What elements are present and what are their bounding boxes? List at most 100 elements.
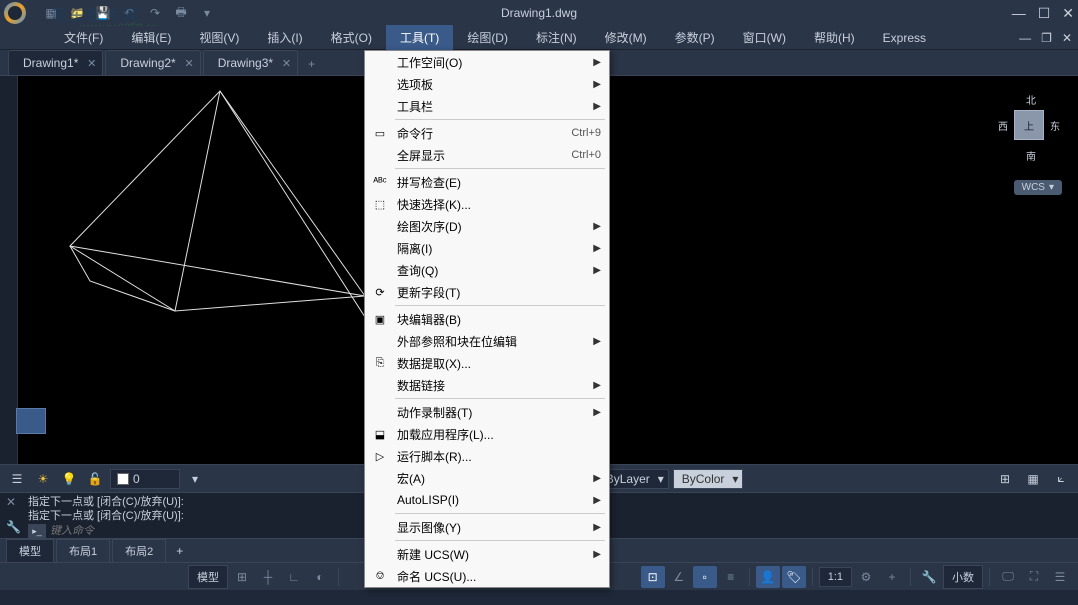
qat-redo-icon[interactable]: ↷ (146, 4, 164, 22)
tab-close-icon[interactable]: ✕ (282, 57, 291, 70)
sb-dyn-icon[interactable]: ▫ (693, 566, 717, 588)
sb-polar-icon[interactable]: ◐ (308, 566, 332, 588)
menu-item[interactable]: 隔离(I)▶ (365, 237, 609, 259)
sb-expand-icon[interactable]: ⛶ (1022, 566, 1046, 588)
menu-help[interactable]: 帮助(H) (800, 25, 869, 50)
viewcube[interactable]: 北 西 东 南 上 (998, 88, 1060, 178)
qat-undo-icon[interactable]: ↶ (120, 4, 138, 22)
layout-tab-2[interactable]: 布局2 (112, 539, 166, 563)
mdi-restore-icon[interactable]: ❐ (1041, 31, 1052, 45)
tool-palette-icon[interactable] (16, 408, 46, 434)
doc-tab-3[interactable]: Drawing3*✕ (203, 50, 298, 75)
sb-gear-icon[interactable]: ⚙ (854, 566, 878, 588)
sb-osnap-icon[interactable]: ⊡ (641, 566, 665, 588)
menu-item[interactable]: 数据链接▶ (365, 374, 609, 396)
sb-ortho-icon[interactable]: ∟ (282, 566, 306, 588)
doc-tab-2[interactable]: Drawing2*✕ (105, 50, 200, 75)
lock-icon[interactable]: 🔓 (84, 468, 106, 490)
sb-scale-label[interactable]: 1:1 (819, 567, 852, 587)
menu-window[interactable]: 窗口(W) (729, 25, 800, 50)
viewcube-west[interactable]: 西 (998, 118, 1008, 133)
sb-tag-icon[interactable]: 🏷 (782, 566, 806, 588)
doc-tab-1[interactable]: Drawing1*✕ (8, 50, 103, 75)
bulb-icon[interactable]: 💡 (58, 468, 80, 490)
menu-express[interactable]: Express (869, 27, 940, 49)
menu-item[interactable]: 外部参照和块在位编辑▶ (365, 330, 609, 352)
menu-item[interactable]: 选项板▶ (365, 73, 609, 95)
menu-view[interactable]: 视图(V) (185, 25, 253, 50)
add-tab-button[interactable]: + (300, 53, 323, 75)
qat-save-icon[interactable]: 💾 (94, 4, 112, 22)
minimize-button[interactable]: — (1012, 5, 1026, 22)
menu-item[interactable]: 工具栏▶ (365, 95, 609, 117)
app-logo[interactable] (4, 2, 26, 24)
layer-manager-icon[interactable]: ☰ (6, 468, 28, 490)
sb-plus-icon[interactable]: + (880, 566, 904, 588)
menu-item[interactable]: ⬓加载应用程序(L)... (365, 423, 609, 445)
viewcube-east[interactable]: 东 (1050, 118, 1060, 133)
menu-item[interactable]: 宏(A)▶ (365, 467, 609, 489)
menu-modify[interactable]: 修改(M) (591, 25, 661, 50)
menu-item[interactable]: 查询(Q)▶ (365, 259, 609, 281)
qat-open-icon[interactable]: 📁 (68, 4, 86, 22)
layer-states-icon[interactable]: ▾ (184, 468, 206, 490)
cmd-settings-icon[interactable]: 🔧 (6, 520, 21, 534)
menu-item[interactable]: 新建 UCS(W)▶ (365, 543, 609, 565)
menu-item[interactable]: ⎊命名 UCS(U)... (365, 565, 609, 587)
menu-item[interactable]: ⬚快速选择(K)... (365, 193, 609, 215)
menu-item[interactable]: AutoLISP(I)▶ (365, 489, 609, 511)
tab-close-icon[interactable]: ✕ (87, 57, 96, 70)
tab-close-icon[interactable]: ✕ (185, 57, 194, 70)
menu-format[interactable]: 格式(O) (317, 25, 386, 50)
layout-tab-1[interactable]: 布局1 (56, 539, 110, 563)
sb-precision-label[interactable]: 小数 (943, 565, 983, 589)
menu-item[interactable]: 显示图像(Y)▶ (365, 516, 609, 538)
sb-lineweight-icon[interactable]: ≡ (719, 566, 743, 588)
qat-dropdown-icon[interactable]: ▾ (198, 4, 216, 22)
add-layout-button[interactable]: + (168, 541, 191, 561)
menu-item[interactable]: 全屏显示Ctrl+0 (365, 144, 609, 166)
viewcube-north[interactable]: 北 (1026, 92, 1036, 107)
menu-item[interactable]: ▣块编辑器(B) (365, 308, 609, 330)
viewcube-south[interactable]: 南 (1026, 148, 1036, 163)
sun-icon[interactable]: ☀ (32, 468, 54, 490)
sb-tool-icon[interactable]: 🔧 (917, 566, 941, 588)
grid-icon[interactable]: ⊞ (994, 468, 1016, 490)
sb-snap-icon[interactable]: ┼ (256, 566, 280, 588)
menu-item[interactable]: ▭命令行Ctrl+9 (365, 122, 609, 144)
menu-item[interactable]: 绘图次序(D)▶ (365, 215, 609, 237)
menu-item[interactable]: 动作录制器(T)▶ (365, 401, 609, 423)
menu-item[interactable]: ᴬᴮᶜ拼写检查(E) (365, 171, 609, 193)
sb-grid-icon[interactable]: ⊞ (230, 566, 254, 588)
sb-menu-icon[interactable]: ☰ (1048, 566, 1072, 588)
wcs-badge[interactable]: WCS▾ (1014, 180, 1062, 195)
snap-icon[interactable]: ▦ (1022, 468, 1044, 490)
cmd-close-icon[interactable]: ✕ (6, 495, 16, 509)
close-button[interactable]: ✕ (1062, 5, 1074, 22)
menu-file[interactable]: 文件(F) (50, 25, 117, 50)
qat-new-icon[interactable]: ▦ (42, 4, 60, 22)
sb-model-label[interactable]: 模型 (188, 565, 228, 589)
menu-item[interactable]: ⎘数据提取(X)... (365, 352, 609, 374)
color-selector[interactable]: ByColor (673, 469, 744, 489)
mdi-minimize-icon[interactable]: — (1019, 31, 1031, 45)
sb-person-icon[interactable]: 👤 (756, 566, 780, 588)
mdi-close-icon[interactable]: ✕ (1062, 31, 1072, 45)
sb-angle-icon[interactable]: ∠ (667, 566, 691, 588)
layer-selector[interactable]: 0 (110, 469, 180, 489)
layout-tab-model[interactable]: 模型 (6, 539, 54, 563)
menu-dimension[interactable]: 标注(N) (522, 25, 591, 50)
menu-item[interactable]: ▷运行脚本(R)... (365, 445, 609, 467)
menu-insert[interactable]: 插入(I) (253, 25, 316, 50)
viewcube-top-face[interactable]: 上 (1014, 110, 1044, 140)
ortho-icon[interactable]: ⟀ (1050, 468, 1072, 490)
menu-edit[interactable]: 编辑(E) (117, 25, 185, 50)
menu-tools[interactable]: 工具(T) (386, 25, 453, 50)
maximize-button[interactable]: ☐ (1038, 5, 1051, 22)
qat-print-icon[interactable]: 🖶 (172, 4, 190, 22)
menu-item[interactable]: ⟳更新字段(T) (365, 281, 609, 303)
menu-item[interactable]: 工作空间(O)▶ (365, 51, 609, 73)
menu-parametric[interactable]: 参数(P) (661, 25, 729, 50)
sb-monitor-icon[interactable]: 🖵 (996, 566, 1020, 588)
menu-draw[interactable]: 绘图(D) (453, 25, 522, 50)
